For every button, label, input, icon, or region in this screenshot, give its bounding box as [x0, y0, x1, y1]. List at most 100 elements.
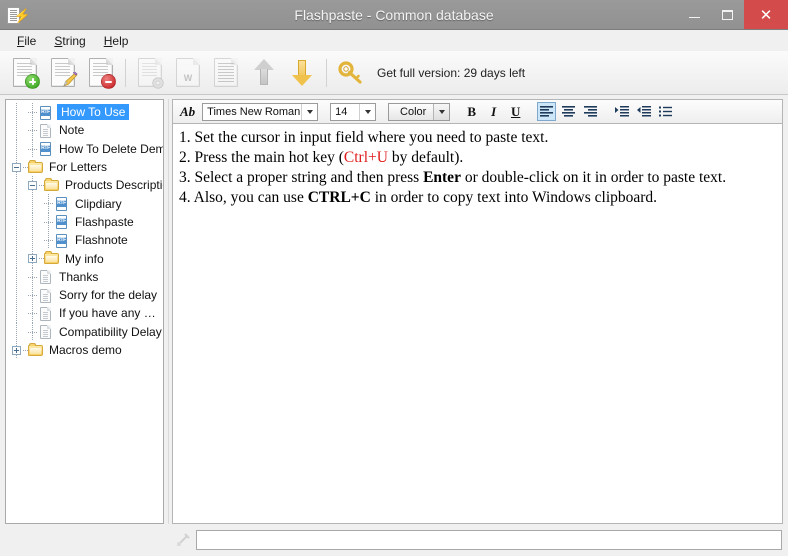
tree-indent [6, 176, 33, 195]
tree-node[interactable]: If you have any … [6, 304, 163, 323]
tree-node[interactable]: RTF Flashpaste [6, 212, 163, 232]
menu-file-rest: ile [24, 33, 37, 48]
editor-line: 1. Set the cursor in input field where y… [179, 128, 776, 148]
editor-text-run: in order to copy text into Windows clipb… [370, 189, 658, 207]
tree-guide-line [16, 267, 17, 286]
application-window: ⚡ Flashpaste - Common database ✕ File St… [0, 0, 788, 556]
tree-connector [28, 323, 38, 341]
panel-splitter[interactable] [164, 99, 172, 524]
font-size-select[interactable]: 14 [330, 102, 377, 121]
tree-collapse-button[interactable] [12, 162, 21, 172]
font-family-select[interactable]: Times New Roman [202, 102, 319, 121]
tree-node[interactable]: Thanks [6, 267, 163, 286]
align-left-button[interactable] [537, 102, 557, 121]
rtf-file-icon: RTF [54, 215, 69, 230]
menu-item-help[interactable]: Help [95, 32, 138, 50]
tree-node[interactable]: RTF Clipdiary [6, 194, 163, 213]
export-word-button[interactable]: W [169, 54, 207, 92]
bullet-list-button[interactable] [656, 102, 675, 121]
tree-expand-button[interactable] [28, 254, 37, 264]
tree-node[interactable]: RTF How To Delete Demo Text [6, 139, 163, 158]
close-icon: ✕ [759, 6, 773, 24]
tree-node-label: How To Delete Demo Text [59, 141, 163, 156]
pencil-glyph [63, 72, 78, 87]
tree-guide-line [16, 212, 17, 232]
font-color-select[interactable]: Color [388, 102, 451, 121]
tree-guide-line [16, 285, 17, 305]
rtf-file-icon: RTF [38, 142, 53, 157]
underline-button[interactable]: U [506, 102, 525, 121]
editor-text-run: 1. Set the cursor in input field where y… [179, 129, 549, 146]
rtf-file-icon: RTF [54, 233, 69, 248]
editor-text-run: CTRL+C [307, 189, 371, 207]
font-dialog-button[interactable]: Ab [176, 104, 199, 120]
minimize-button[interactable] [678, 0, 711, 29]
tree-node[interactable]: RTF Flashnote [6, 231, 163, 250]
bullet-list-icon [659, 106, 673, 117]
edit-string-button[interactable] [44, 54, 82, 92]
rtf-file-icon: RTF [38, 105, 53, 120]
font-size-chevron-down-icon[interactable] [359, 103, 375, 120]
close-button[interactable]: ✕ [744, 0, 788, 29]
tree-collapse-button[interactable] [28, 180, 37, 190]
tree-connector [44, 213, 54, 231]
tree-node-label: Note [59, 123, 85, 138]
tree-indent [6, 231, 49, 250]
tree-connector [28, 140, 38, 158]
align-right-button[interactable] [581, 102, 600, 121]
string-properties-button[interactable] [131, 54, 169, 92]
tree-indent [6, 212, 49, 232]
get-full-version-button[interactable] [332, 54, 370, 92]
delete-string-button[interactable] [82, 54, 120, 92]
indent-decrease-button[interactable] [612, 102, 631, 121]
move-down-button[interactable] [283, 54, 321, 92]
move-up-button[interactable] [245, 54, 283, 92]
font-color-chevron-down-icon[interactable] [433, 103, 450, 120]
quick-search-field[interactable] [196, 530, 782, 550]
tree-node[interactable]: RTF How To Use [6, 103, 163, 122]
rich-text-editor[interactable]: 1. Set the cursor in input field where y… [172, 123, 783, 524]
tree-node[interactable]: Note [6, 121, 163, 140]
tree-node[interactable]: For Letters [6, 157, 163, 177]
tree-node[interactable]: My info [6, 249, 163, 268]
rtf-file-icon: RTF [54, 197, 69, 212]
tree-guide-line [16, 176, 17, 195]
tree-node[interactable]: Sorry for the delay [6, 285, 163, 305]
report-button[interactable] [207, 54, 245, 92]
tree-guide-line [16, 304, 17, 323]
title-bar: ⚡ Flashpaste - Common database ✕ [0, 0, 788, 30]
strings-tree-panel[interactable]: RTF How To Use Note RTF How To Delete Demo T… [5, 99, 164, 524]
menu-item-string[interactable]: String [45, 32, 94, 50]
app-document-lightning-icon: ⚡ [6, 6, 30, 24]
main-toolbar: W Get full version: 29 days left [0, 51, 788, 95]
tree-node-label: Products Description [65, 178, 163, 193]
edit-document-pencil-icon [51, 58, 78, 87]
font-size-value: 14 [335, 105, 348, 118]
tree-indent [6, 249, 33, 268]
editor-text-run: by default). [387, 149, 464, 167]
tree-node[interactable]: Macros demo [6, 340, 163, 360]
italic-button[interactable]: I [484, 102, 503, 121]
align-center-button[interactable] [559, 102, 578, 121]
maximize-button[interactable] [711, 0, 744, 29]
tree-guide-line [32, 194, 33, 213]
toolbar-separator-1 [125, 58, 126, 87]
bold-button[interactable]: B [462, 102, 481, 121]
align-center-icon [562, 106, 576, 117]
quick-search-input[interactable] [197, 531, 781, 549]
new-string-button[interactable] [6, 54, 44, 92]
macro-tool-icon[interactable] [172, 532, 194, 548]
folder-icon [44, 251, 59, 265]
tree-indent [6, 267, 33, 286]
font-family-chevron-down-icon[interactable] [301, 103, 317, 120]
tree-expand-button[interactable] [12, 345, 21, 355]
indent-decrease-icon [614, 106, 629, 117]
tree-guide-line [16, 322, 17, 341]
menu-item-file[interactable]: File [8, 32, 45, 50]
tree-node[interactable]: Products Description [6, 176, 163, 195]
bottom-bar [0, 524, 788, 556]
tree-node[interactable]: Compatibility Delay [6, 322, 163, 341]
indent-increase-button[interactable] [634, 102, 653, 121]
strings-tree: RTF How To Use Note RTF How To Delete Demo T… [6, 100, 163, 360]
tree-node-label: My info [65, 251, 104, 266]
